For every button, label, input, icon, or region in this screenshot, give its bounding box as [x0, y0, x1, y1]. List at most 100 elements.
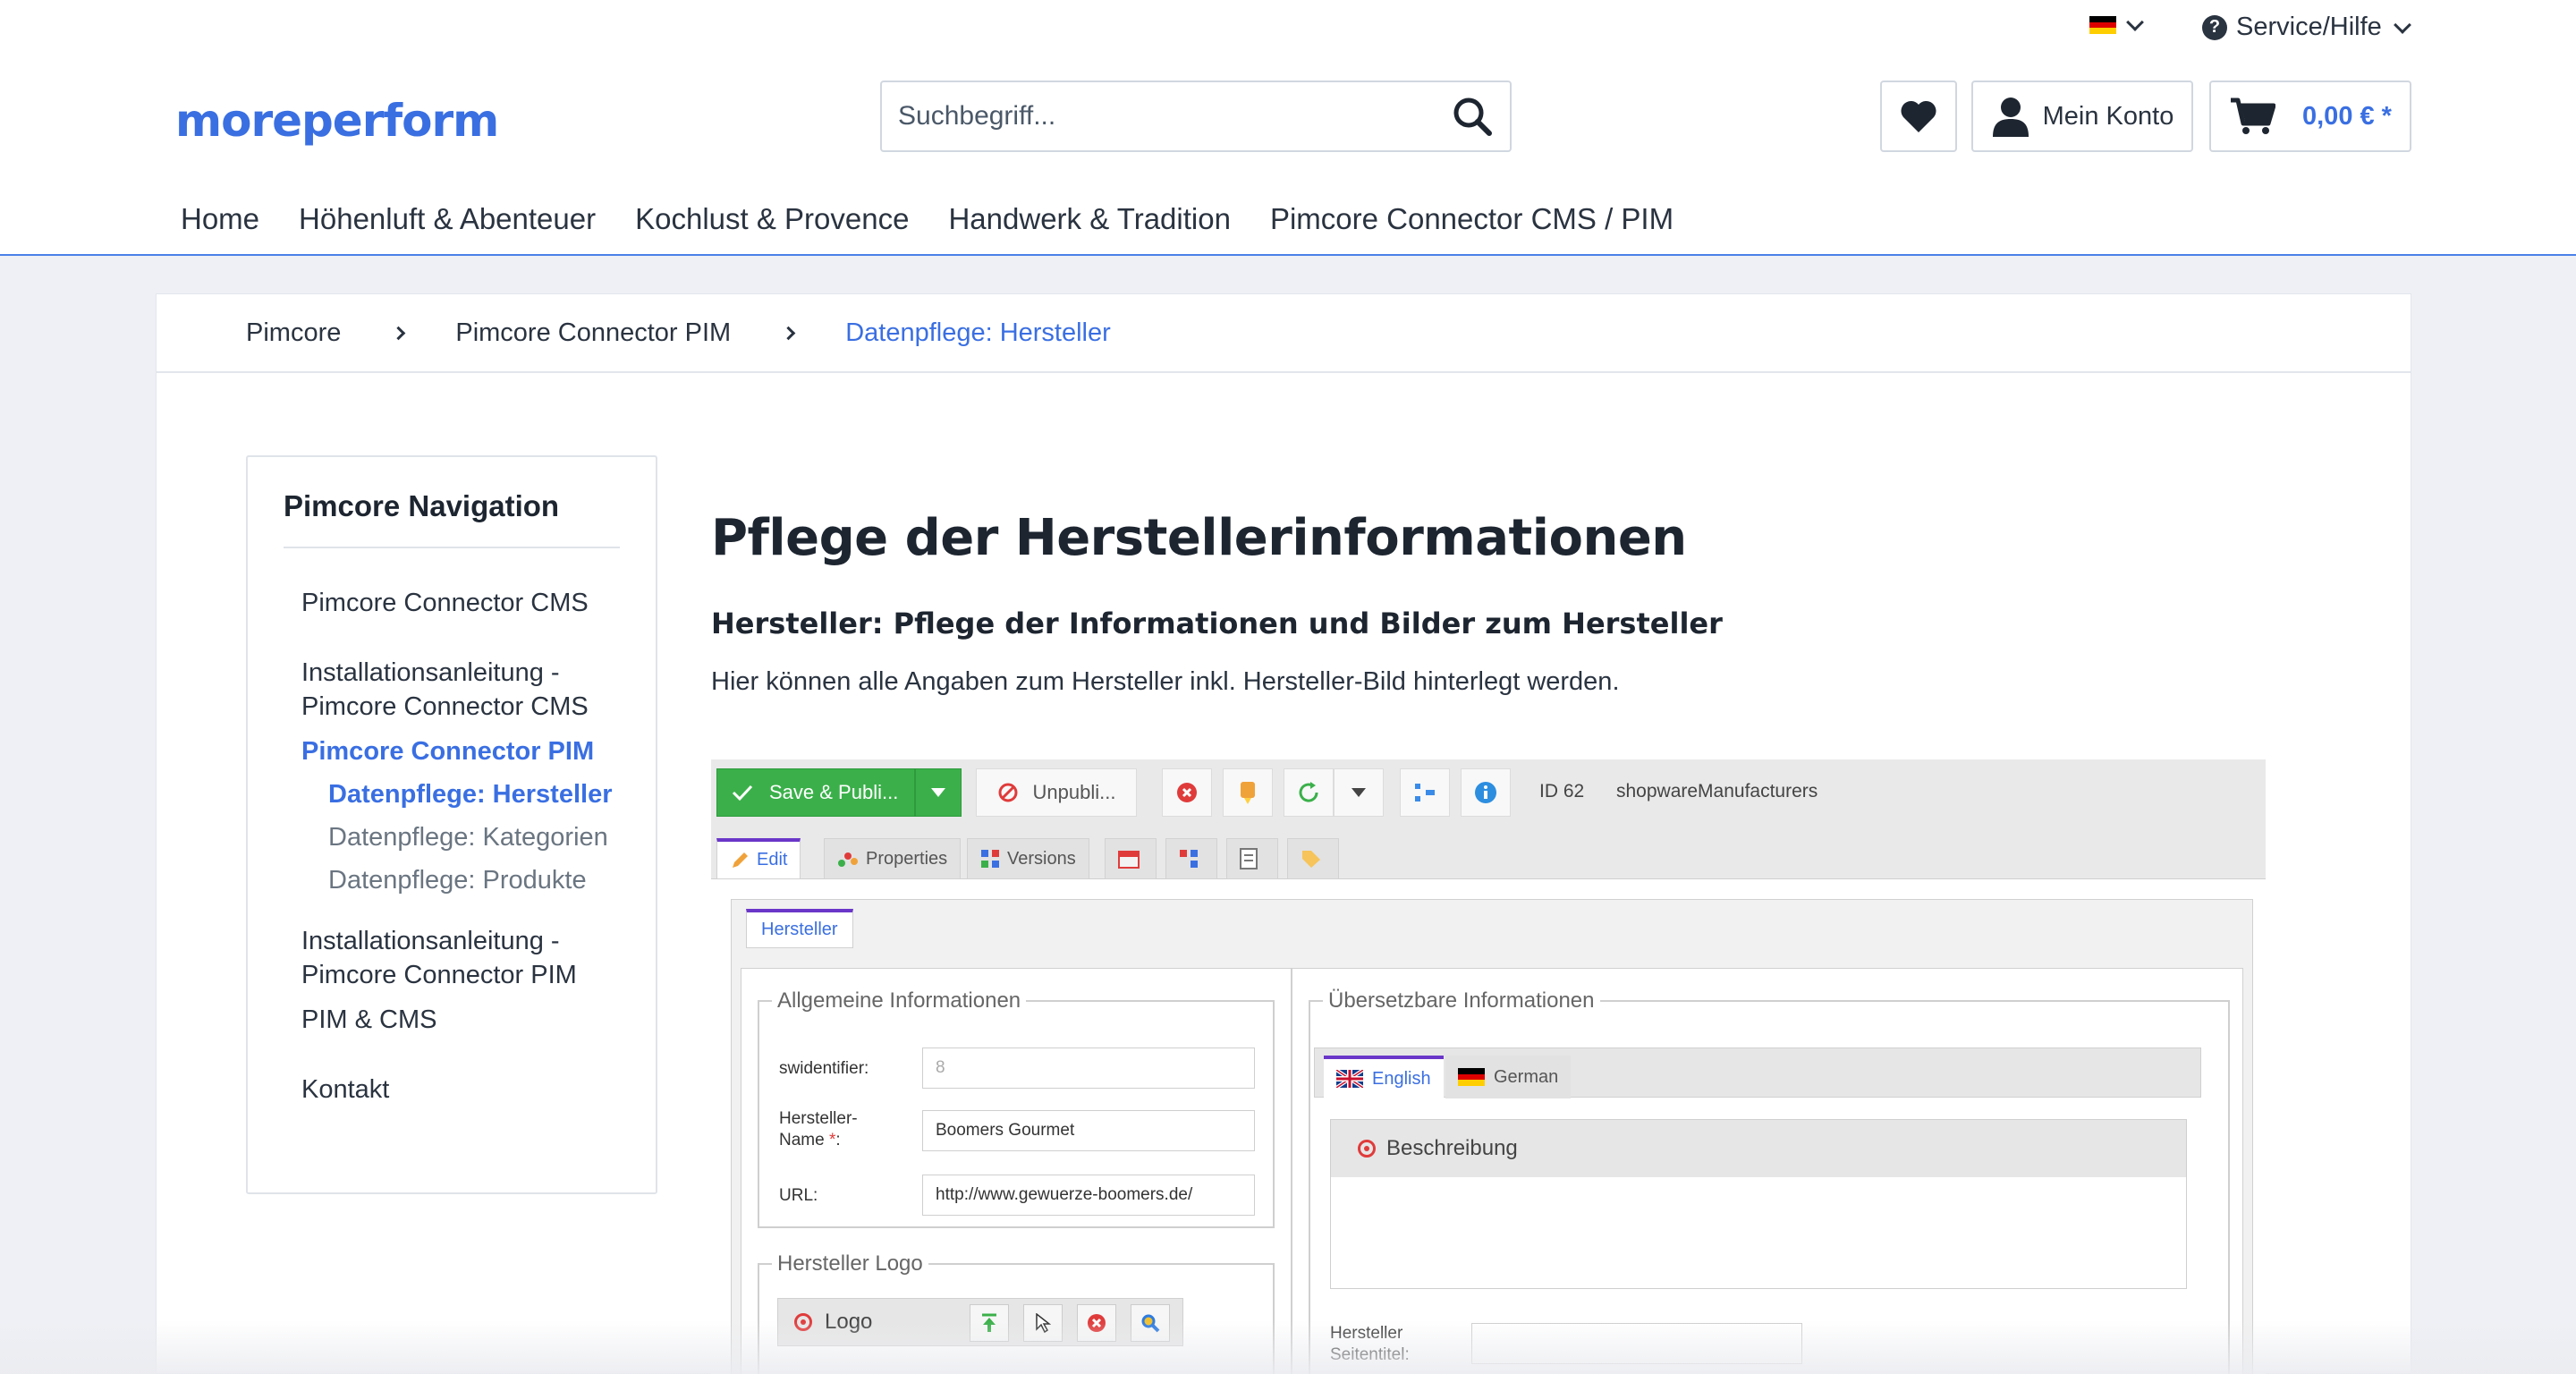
page-title: Pflege der Herstellerinformationen: [711, 509, 1687, 567]
chevron-right-icon: [770, 315, 806, 351]
description-header: Beschreibung: [1331, 1120, 2186, 1177]
tree-icon: [1400, 768, 1450, 817]
sidebar-item-connector-pim[interactable]: Pimcore Connector PIM: [301, 734, 623, 768]
site-logo[interactable]: moreperform: [175, 95, 499, 147]
sidebar-subitem-kategorien[interactable]: Datenpflege: Kategorien: [328, 820, 608, 854]
sidebar-item-pim-cms[interactable]: PIM & CMS: [301, 1003, 623, 1037]
sidebar-item-install-cms[interactable]: Installationsanleitung - Pimcore Connect…: [301, 656, 623, 724]
unpublish-button: Unpubli...: [976, 768, 1137, 817]
tab-edit: Edit: [716, 838, 801, 879]
article-subtitle: Hersteller: Pflege der Informationen und…: [711, 606, 1723, 640]
help-icon: ?: [2202, 14, 2227, 40]
user-icon: [1992, 98, 2029, 137]
german-flag-icon: [1458, 1068, 1485, 1086]
caret-down-icon: [1334, 768, 1384, 817]
hersteller-panel: Hersteller Allgemeine Informationen swid…: [731, 899, 2253, 1374]
forbidden-icon: [998, 783, 1018, 802]
zoom-icon: [1131, 1304, 1170, 1342]
heart-icon: [1901, 100, 1936, 132]
nav-item-hoehenluft[interactable]: Höhenluft & Abenteuer: [279, 202, 615, 236]
field-label: swidentifier:: [779, 1059, 869, 1078]
upload-icon: [970, 1304, 1009, 1342]
nav-item-kochlust[interactable]: Kochlust & Provence: [615, 202, 928, 236]
cart-total: 0,00 € *: [2302, 101, 2392, 131]
nav-item-pimcore-connector[interactable]: Pimcore Connector CMS / PIM: [1250, 202, 1693, 236]
logo-label: Logo: [825, 1310, 873, 1334]
page-title-label: Hersteller Seitentitel:: [1330, 1324, 1410, 1364]
pimcore-toolbar: Save & Publi... Unpubli... ID 62 shopwar…: [711, 759, 2266, 831]
logo-fieldset: Hersteller Logo Logo: [758, 1251, 1275, 1374]
general-info-fieldset: Allgemeine Informationen swidentifier: 8…: [758, 988, 1275, 1228]
service-label: Service/Hilfe: [2236, 13, 2382, 41]
pimcore-sidebar: Pimcore Navigation Pimcore Connector CMS…: [246, 455, 657, 1194]
rename-icon: [1223, 768, 1273, 817]
object-class: shopwareManufacturers: [1616, 781, 1818, 802]
service-menu[interactable]: ? Service/Hilfe: [2202, 13, 2411, 42]
calendar-icon: [1105, 838, 1157, 879]
chevron-right-icon: [380, 315, 416, 351]
caret-down-icon: [931, 788, 945, 797]
search-input[interactable]: [882, 82, 1436, 150]
dependencies-icon: [1165, 838, 1217, 879]
required-icon: [794, 1313, 812, 1331]
search-button[interactable]: [1445, 91, 1499, 141]
object-id: ID 62: [1539, 781, 1585, 802]
check-icon: [732, 785, 753, 802]
tab-versions: Versions: [967, 838, 1089, 879]
logo-legend: Hersteller Logo: [777, 1251, 923, 1276]
sidebar-subitem-hersteller[interactable]: Datenpflege: Hersteller: [328, 777, 613, 811]
panel-body: Allgemeine Informationen swidentifier: 8…: [741, 968, 2243, 1374]
cart-icon: [2231, 98, 2275, 134]
manufacturer-name-field: Boomers Gourmet: [922, 1110, 1255, 1151]
url-field: http://www.gewuerze-boomers.de/: [922, 1175, 1255, 1216]
language-switcher[interactable]: [2089, 13, 2144, 35]
language-tabs: English German: [1314, 1047, 2201, 1098]
breadcrumb: Pimcore Pimcore Connector PIM Datenpfleg…: [157, 294, 2411, 373]
delete-icon: [1077, 1304, 1116, 1342]
breadcrumb-item[interactable]: Pimcore: [246, 318, 341, 348]
reload-icon: [1284, 768, 1334, 817]
field-label: Hersteller- Name *:: [779, 1109, 858, 1149]
search-box: [880, 81, 1512, 152]
sidebar-item-install-pim[interactable]: Installationsanleitung - Pimcore Connect…: [301, 924, 623, 992]
logo-toolbar: Logo: [777, 1298, 1183, 1346]
description-editor: Beschreibung: [1330, 1119, 2187, 1289]
delete-icon: [1162, 768, 1212, 817]
right-column: Übersetzbare Informationen English Germa…: [1294, 969, 2242, 1374]
cursor-icon: [1023, 1304, 1063, 1342]
left-column: Allgemeine Informationen swidentifier: 8…: [741, 969, 1292, 1374]
editor-tabs: Edit Properties Versions: [711, 831, 2266, 879]
sidebar-item-kontakt[interactable]: Kontakt: [301, 1073, 623, 1107]
pimcore-screenshot: Save & Publi... Unpubli... ID 62 shopwar…: [711, 759, 2266, 1374]
pencil-icon: [733, 852, 748, 868]
german-flag-icon: [2089, 16, 2116, 35]
field-label: URL:: [779, 1186, 818, 1205]
uk-flag-icon: [1336, 1070, 1363, 1088]
sidebar-item-connector-cms[interactable]: Pimcore Connector CMS: [301, 586, 623, 620]
wishlist-button[interactable]: [1880, 81, 1957, 152]
account-button[interactable]: Mein Konto: [1971, 81, 2193, 152]
article: Pflege der Herstellerinformationen Herst…: [711, 509, 2285, 697]
swidentifier-field: 8: [922, 1047, 1255, 1089]
search-icon: [1453, 98, 1492, 136]
save-publish-button: Save & Publi...: [716, 768, 915, 817]
info-icon: [1461, 768, 1511, 817]
tab-english: English: [1324, 1056, 1444, 1098]
translatable-legend: Übersetzbare Informationen: [1328, 988, 1595, 1013]
nav-item-handwerk[interactable]: Handwerk & Tradition: [928, 202, 1250, 236]
content-area: Pimcore Pimcore Connector PIM Datenpfleg…: [156, 293, 2411, 1374]
notes-icon: [1226, 838, 1278, 879]
breadcrumb-item-current[interactable]: Datenpflege: Hersteller: [845, 318, 1111, 348]
tag-icon: [1287, 838, 1339, 879]
tab-hersteller: Hersteller: [746, 909, 853, 948]
sidebar-subitem-produkte[interactable]: Datenpflege: Produkte: [328, 863, 587, 897]
breadcrumb-item[interactable]: Pimcore Connector PIM: [455, 318, 731, 348]
divider: [284, 547, 620, 548]
article-text: Hier können alle Angaben zum Hersteller …: [711, 667, 1620, 696]
sidebar-title: Pimcore Navigation: [284, 489, 560, 522]
general-legend: Allgemeine Informationen: [777, 988, 1021, 1013]
cart-button[interactable]: 0,00 € *: [2209, 81, 2411, 152]
account-label: Mein Konto: [2042, 101, 2174, 131]
chevron-down-icon: [2126, 13, 2144, 31]
nav-item-home[interactable]: Home: [161, 202, 279, 236]
